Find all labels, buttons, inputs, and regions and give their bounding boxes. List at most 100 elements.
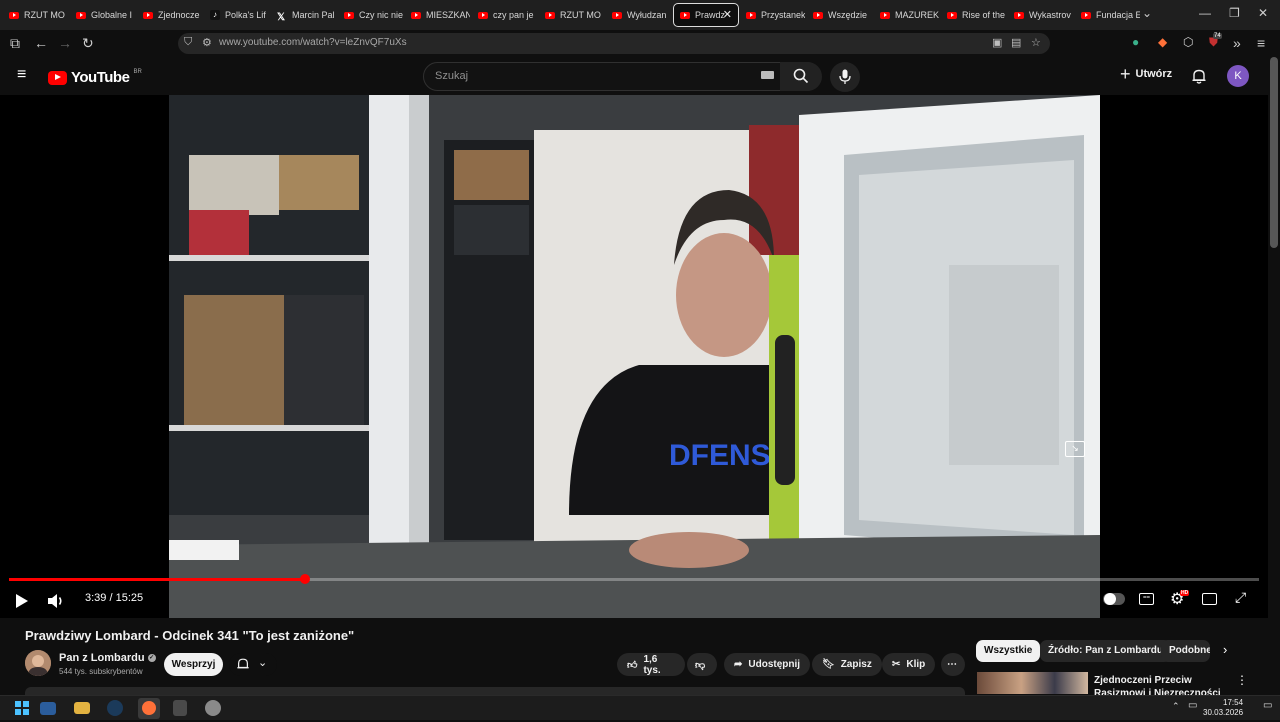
firefox-taskbar-icon[interactable] — [138, 698, 160, 719]
subtitles-icon[interactable]: == — [1139, 593, 1154, 605]
browser-tab[interactable]: czy pan je — [472, 3, 538, 27]
url-text[interactable]: www.youtube.com/watch?v=leZnvQF7uXs — [219, 37, 407, 48]
browser-tab[interactable]: Wszędzie — [807, 3, 873, 27]
shield-icon[interactable]: ⛉ — [184, 36, 192, 49]
notifications-center-icon[interactable]: ▭ — [1263, 700, 1272, 711]
description-box[interactable] — [25, 687, 965, 695]
overflow-chevron-icon[interactable]: » — [1233, 35, 1241, 51]
browser-tab[interactable]: Fundacja E — [1075, 3, 1141, 27]
dislike-button[interactable]: 👎︎ — [687, 653, 717, 676]
miniplayer-icon[interactable] — [1202, 593, 1217, 605]
youtube-play-icon — [48, 70, 67, 85]
browser-tab[interactable]: Rise of the — [941, 3, 1007, 27]
start-windows-icon[interactable] — [12, 699, 32, 718]
chip-all[interactable]: Wszystkie — [976, 640, 1041, 662]
taskbar-clock[interactable]: 17:54 30.03.2026 — [1203, 698, 1243, 718]
browser-tab[interactable]: Wyłudzan — [606, 3, 672, 27]
notifications-bell-icon[interactable] — [1191, 68, 1207, 84]
keyboard-icon[interactable] — [761, 71, 774, 79]
recommendation-more-icon[interactable]: ⋮ — [1236, 673, 1248, 687]
forward-icon[interactable]: → — [58, 35, 72, 51]
tab-title: Wyłudzan — [627, 10, 667, 20]
extension-badge: 74 — [1213, 33, 1222, 39]
share-button[interactable]: ➦ Udostępnij — [724, 653, 811, 676]
browser-tab[interactable]: RZUT MO — [3, 3, 69, 27]
youtube-logo[interactable]: YouTube BR — [48, 69, 142, 86]
browser-tab[interactable]: Zjednocze — [137, 3, 203, 27]
clip-button[interactable]: ✂ Klip — [882, 653, 936, 676]
fullscreen-icon[interactable]: ⤢ — [1235, 589, 1246, 606]
browser-tab[interactable]: RZUT MO — [539, 3, 605, 27]
tab-list-chevron-icon[interactable]: ⌄ — [1142, 6, 1152, 20]
scrollbar-thumb[interactable] — [1270, 57, 1278, 248]
tab-actions-icon[interactable]: ⧉ — [10, 35, 20, 52]
monitor-app-icon[interactable] — [40, 702, 56, 715]
channel-name[interactable]: Pan z Lombardu ✓ — [59, 652, 156, 664]
browser-tab[interactable]: 𝕏 Marcin Pal — [271, 3, 337, 27]
chips-next-chevron-icon[interactable]: › — [1223, 642, 1227, 657]
like-button[interactable]: 👍︎ 1,6 tys. — [617, 653, 685, 676]
address-bar[interactable]: ⛉ ⚙ www.youtube.com/watch?v=leZnvQF7uXs … — [178, 33, 1050, 54]
close-window-icon[interactable]: ✕ — [1258, 6, 1268, 20]
hamburger-menu-icon[interactable]: ≡ — [17, 66, 26, 84]
autoplay-toggle-icon[interactable] — [1103, 593, 1125, 605]
file-explorer-icon[interactable] — [74, 702, 90, 714]
browser-tab[interactable]: Czy nic nie — [338, 3, 404, 27]
browser-tab[interactable]: MAZUREK — [874, 3, 940, 27]
voice-search-button[interactable] — [830, 62, 860, 92]
browser-tab[interactable]: Prawdz ✕ — [673, 3, 739, 27]
video-player[interactable]: DFENS ↘ 3:39 / 15:25 == ⚙ HD ⤢ — [0, 95, 1268, 618]
chip-similar[interactable]: Podobne — [1161, 640, 1210, 662]
account-avatar[interactable]: K — [1227, 65, 1249, 87]
maximize-icon[interactable]: ❐ — [1229, 6, 1240, 20]
extensions-puzzle-icon[interactable]: ⬡ — [1183, 35, 1193, 49]
calculator-icon[interactable] — [173, 700, 187, 716]
tray-chevron-up-icon[interactable]: ⌃ — [1172, 701, 1180, 712]
video-still-image: DFENS — [169, 95, 1100, 618]
miniplayer-overlay-icon[interactable]: ↘ — [1065, 441, 1085, 457]
browser-tab[interactable]: Globalne I — [70, 3, 136, 27]
back-icon[interactable]: ← — [34, 35, 48, 51]
progress-bar[interactable] — [9, 574, 1259, 584]
subscription-bell-button[interactable]: ⌄ — [229, 653, 277, 676]
browser-tab[interactable]: Przystanek — [740, 3, 806, 27]
firefox-extension-icon[interactable]: ◆ — [1158, 35, 1167, 49]
volume-icon[interactable] — [47, 593, 65, 609]
site-info-icon[interactable]: ⚙ — [202, 36, 212, 49]
minimize-icon[interactable]: — — [1199, 6, 1211, 20]
play-icon[interactable] — [15, 593, 29, 609]
vpn-extension-icon[interactable]: ● — [1132, 35, 1139, 49]
support-button[interactable]: Wesprzyj — [164, 653, 223, 676]
search-button[interactable] — [780, 62, 822, 91]
pinned-app-icon[interactable] — [205, 700, 221, 716]
page-scrollbar[interactable] — [1268, 57, 1280, 695]
reload-icon[interactable]: ↻ — [82, 35, 94, 52]
network-icon[interactable]: ▭ — [1188, 700, 1197, 711]
search-input[interactable]: Szukaj — [435, 70, 468, 82]
picture-in-picture-icon[interactable]: ▣ — [992, 36, 1002, 49]
video-frame[interactable]: DFENS — [169, 95, 1100, 618]
browser-tab[interactable]: Wykastrov — [1008, 3, 1074, 27]
browser-tab[interactable]: MIESZKAN — [405, 3, 471, 27]
clock-time: 17:54 — [1223, 698, 1244, 707]
steam-icon[interactable] — [107, 700, 123, 716]
recommendation-thumbnail[interactable] — [977, 672, 1088, 694]
create-button[interactable]: + Utwórz — [1120, 65, 1172, 83]
time-display: 3:39 / 15:25 — [85, 592, 144, 604]
youtube-icon — [545, 11, 555, 19]
menu-icon[interactable]: ≡ — [1257, 35, 1265, 51]
reader-view-icon[interactable]: ▤ — [1011, 36, 1021, 49]
channel-avatar[interactable] — [25, 650, 51, 676]
save-button[interactable]: 🔖︎ Zapisz — [812, 653, 882, 676]
bookmark-star-icon[interactable]: ☆ — [1031, 36, 1041, 49]
youtube-icon — [1081, 11, 1091, 19]
chip-source-channel[interactable]: Źródło: Pan z Lombardu — [1040, 640, 1171, 662]
channel-name-text[interactable]: Pan z Lombardu — [59, 652, 145, 664]
more-actions-button[interactable]: ⋯ — [941, 653, 965, 676]
browser-tab[interactable]: ♪ Polka's Lif — [204, 3, 270, 27]
tab-close-icon[interactable]: ✕ — [723, 8, 732, 21]
search-box[interactable]: Szukaj — [423, 62, 821, 91]
recommendation-title[interactable]: Zjednoczeni Przeciw Rasizmowi i Niezręcz… — [1094, 674, 1234, 696]
tab-title: Wszędzie — [828, 10, 868, 20]
tab-title: Wykastrov — [1029, 10, 1071, 20]
